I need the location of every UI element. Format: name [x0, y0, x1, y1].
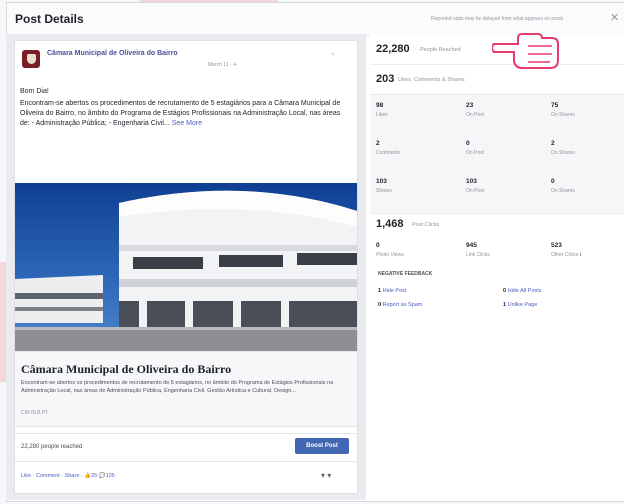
- pointing-hand-icon: [492, 33, 559, 69]
- other-clicks-count: 523: [551, 242, 562, 249]
- engagement-breakdown: [370, 94, 624, 214]
- link-clicks-label: Link Clicks: [466, 252, 490, 258]
- likes-total: 98: [376, 102, 384, 109]
- delay-note: Reported stats may be delayed from what …: [431, 16, 564, 22]
- likes-on-post: 23: [466, 102, 474, 109]
- dialog-title: Post Details: [15, 12, 84, 26]
- crest-icon: [26, 54, 36, 64]
- likes-on-post-label: On Post: [466, 112, 485, 118]
- post-text: Encontram-se abertos os procedimentos de…: [20, 99, 350, 129]
- post-greeting: Bom Dia!: [20, 88, 49, 95]
- people-reached-text: 22,280 people reached: [21, 444, 83, 450]
- audience-dropdown-icon[interactable]: ▾ ▾: [321, 471, 331, 480]
- post-clicks-count: 1,468: [376, 218, 404, 230]
- comments-on-post-label: On Post: [466, 150, 485, 156]
- chevron-down-icon[interactable]: ⌄: [329, 47, 337, 58]
- people-reached-count: 22,280: [376, 43, 410, 55]
- link-title[interactable]: Câmara Municipal de Oliveira do Bairro: [21, 362, 231, 377]
- spam-stat: 0 Report as Spam: [378, 302, 422, 308]
- shares-on-shares: 0: [551, 178, 555, 185]
- hide-all-label: Hide All Posts: [507, 288, 542, 294]
- comments-on-post: 0: [466, 140, 470, 147]
- shares-on-post-label: On Post: [466, 188, 485, 194]
- engagement-label: Likes, Comments & Shares: [398, 77, 465, 83]
- hide-post-count: 1: [378, 288, 382, 294]
- unlike-stat: 1 Unlike Page: [503, 302, 537, 308]
- comments-label: Comments: [376, 150, 401, 156]
- other-clicks-label[interactable]: Other Clicks ℹ: [551, 252, 582, 258]
- comments-on-shares: 2: [551, 140, 555, 147]
- link-domain: CM-OLB.PT: [21, 410, 49, 416]
- shares-total: 103: [376, 178, 387, 185]
- likes-on-shares: 75: [551, 102, 559, 109]
- shares-on-shares-label: On Shares: [551, 188, 575, 194]
- post-photo[interactable]: [15, 183, 357, 351]
- close-icon[interactable]: ✕: [610, 11, 619, 24]
- link-clicks-count: 945: [466, 242, 477, 249]
- building-illustration: [15, 190, 357, 351]
- spam-count: 0: [378, 302, 382, 308]
- hide-all-count: 0: [503, 288, 507, 294]
- photo-views-count: 0: [376, 242, 380, 249]
- spam-label: Report as Spam: [382, 302, 423, 308]
- page-avatar[interactable]: [22, 50, 40, 68]
- shares-label: Shares: [376, 188, 392, 194]
- reach-row: 22,280 people reached Boost Post: [15, 433, 357, 460]
- actions-row: Like · Comment · Share · 👍25 💬105 ▾ ▾: [15, 461, 357, 492]
- hide-all-stat: 0 Hide All Posts: [503, 288, 542, 294]
- stats-panel: 22,280 People Reached 203 Likes, Comment…: [370, 34, 624, 500]
- comments-total: 2: [376, 140, 380, 147]
- post-timestamp[interactable]: March 11 · ✈: [208, 62, 237, 68]
- unlike-count: 1: [503, 302, 507, 308]
- see-more-link[interactable]: See More: [172, 120, 202, 127]
- link-description: Encontram-se abertos os procedimentos de…: [21, 380, 334, 394]
- like-comment-share-links[interactable]: Like · Comment · Share · 👍25 💬105: [21, 473, 115, 479]
- hide-post-label: Hide Post: [382, 288, 407, 294]
- post-card: Câmara Municipal de Oliveira do Bairro M…: [14, 40, 358, 494]
- negative-feedback-header: NEGATIVE FEEDBACK: [378, 271, 433, 277]
- likes-label: Likes: [376, 112, 388, 118]
- shares-on-post: 103: [466, 178, 477, 185]
- link-preview[interactable]: Câmara Municipal de Oliveira do Bairro E…: [15, 351, 357, 427]
- likes-on-shares-label: On Shares: [551, 112, 575, 118]
- boost-post-button[interactable]: Boost Post: [295, 438, 349, 454]
- engagement-count: 203: [376, 73, 395, 85]
- page-name-link[interactable]: Câmara Municipal de Oliveira do Bairro: [47, 50, 178, 57]
- post-clicks-label: Post Clicks: [412, 222, 440, 228]
- unlike-label: Unlike Page: [507, 302, 538, 308]
- people-reached-label: People Reached: [420, 47, 461, 53]
- hide-post-stat: 1 Hide Post: [378, 288, 406, 294]
- photo-views-label: Photo Views: [376, 252, 404, 258]
- comments-on-shares-label: On Shares: [551, 150, 575, 156]
